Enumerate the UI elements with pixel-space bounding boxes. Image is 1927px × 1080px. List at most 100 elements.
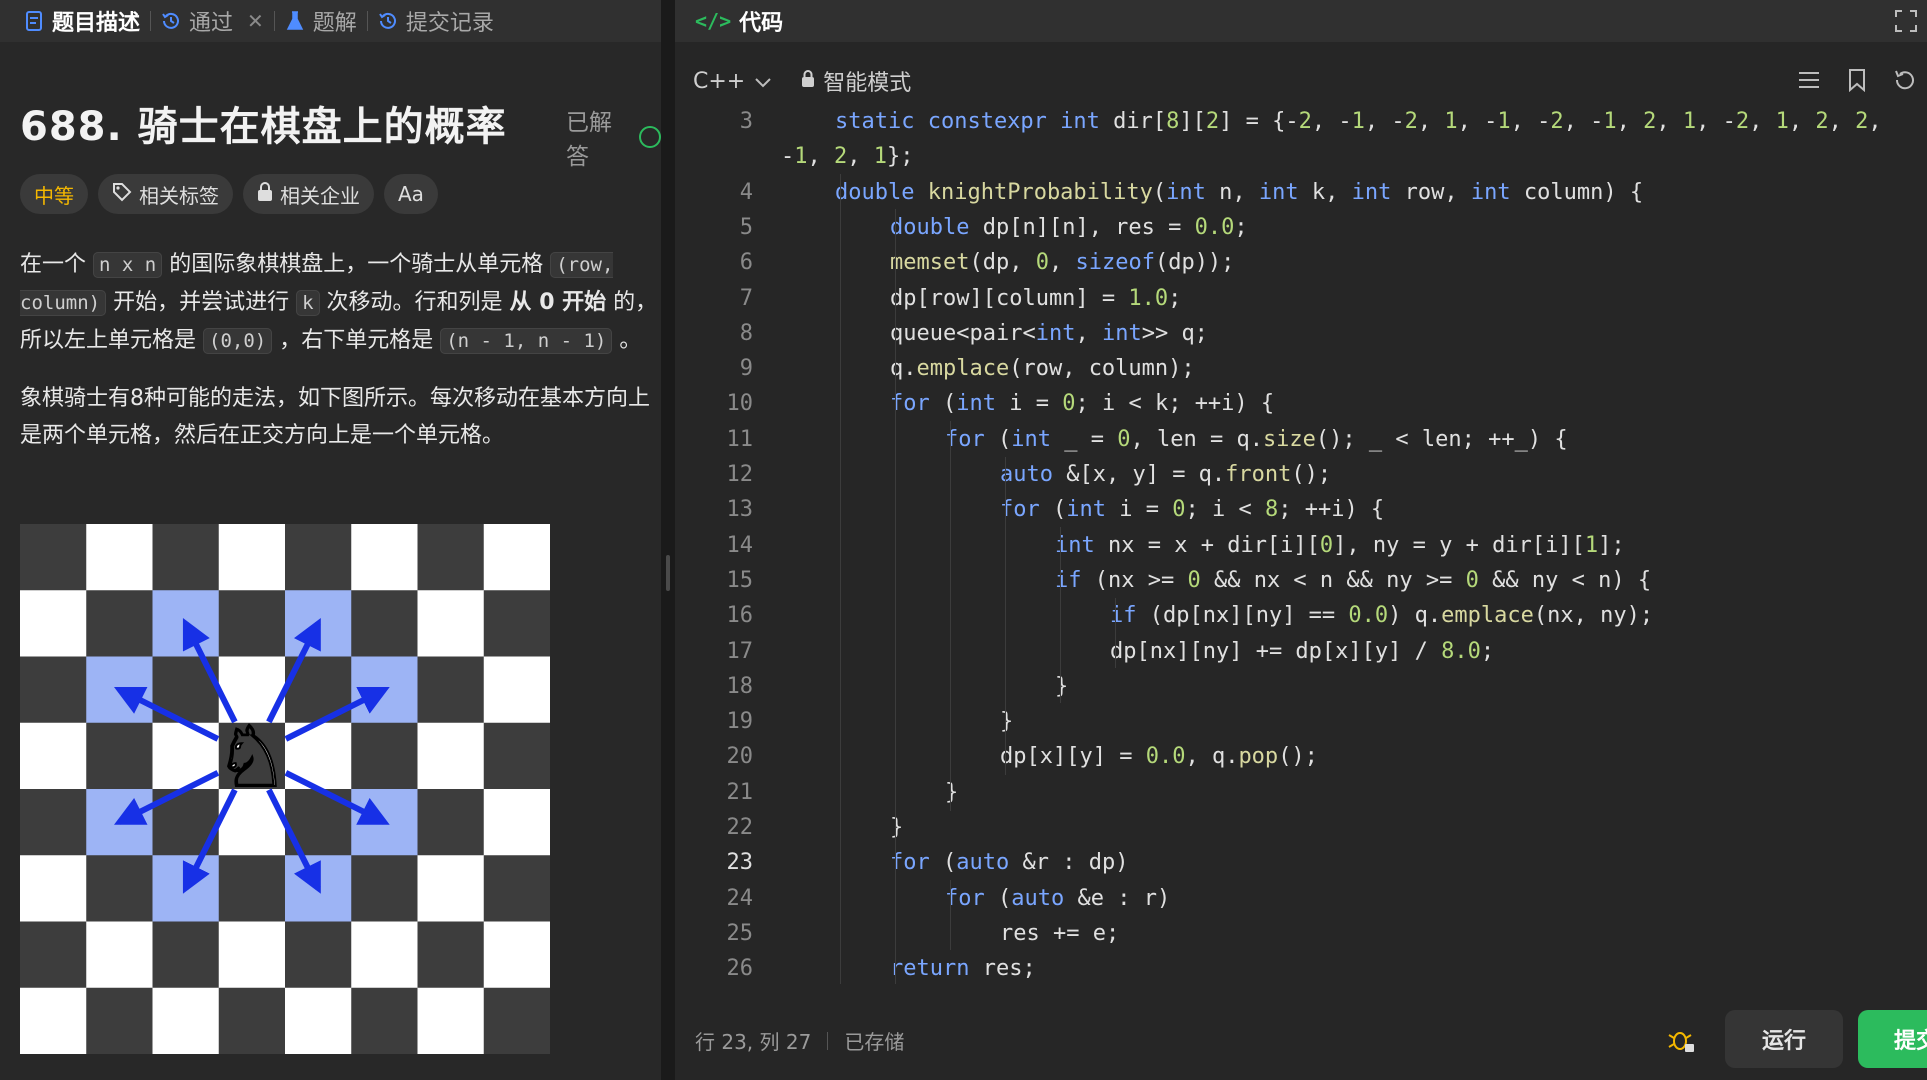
board-cell <box>417 656 485 724</box>
fullscreen-icon[interactable] <box>1895 10 1917 32</box>
board-cell <box>20 987 87 1054</box>
solved-label: 已解答 <box>566 110 612 170</box>
code-line: if (dp[nx][ny] == 0.0) q.emplace(nx, ny)… <box>1110 603 1654 629</box>
code-line: res += e; <box>1000 920 1120 946</box>
line-number: 13 <box>726 497 754 523</box>
board-cell <box>417 855 485 922</box>
board-cell <box>218 987 286 1054</box>
indent-guide <box>840 174 841 984</box>
board-cell <box>86 722 153 790</box>
board-cell <box>86 987 153 1054</box>
submit-button[interactable]: 提交 <box>1858 1010 1927 1068</box>
code-panel-title: 代码 <box>739 11 784 36</box>
bookmark-icon[interactable] <box>1845 68 1869 93</box>
board-cell <box>86 590 153 657</box>
board-cell <box>86 855 153 922</box>
board-cell <box>351 855 418 922</box>
panel-splitter[interactable] <box>661 0 675 1080</box>
check-circle-icon <box>639 126 661 148</box>
history-icon <box>161 10 181 32</box>
problem-chips: 中等 相关标签 相关企业 Aa <box>20 174 438 214</box>
line-number: 6 <box>739 250 753 276</box>
tab-description[interactable]: 题目描述 <box>14 0 150 42</box>
code-line: auto &[x, y] = q.front(); <box>1000 462 1332 487</box>
format-icon[interactable] <box>1797 68 1821 92</box>
tab-solutions-label: 题解 <box>312 11 357 36</box>
font-size-button[interactable]: Aa <box>384 174 438 214</box>
board-cell <box>351 722 418 790</box>
history-icon <box>378 10 398 32</box>
code-line: double knightProbability(int n, int k, i… <box>835 179 1644 205</box>
difficulty-badge: 中等 <box>20 174 88 214</box>
description-bold: 从 0 开始 <box>509 290 607 315</box>
editor-statusbar: 行 23, 列 27 已存储 <box>695 1026 904 1055</box>
board-cell <box>285 524 352 591</box>
inline-code: n x n <box>93 252 163 278</box>
indent-guide <box>1005 457 1006 775</box>
editor-tools <box>1797 68 1917 93</box>
tab-submissions[interactable]: 提交记录 <box>368 0 504 42</box>
related-companies-button[interactable]: 相关企业 <box>243 174 374 214</box>
description-text: 次移动。行和列是 <box>319 290 510 315</box>
description-text: 在一个 <box>20 252 93 277</box>
editor-toolbar: C++ 智能模式 <box>675 60 1927 102</box>
board-cell <box>20 590 87 657</box>
tab-solutions[interactable]: 题解 <box>275 0 367 42</box>
code-line: } <box>1000 709 1014 735</box>
status-divider <box>827 1031 829 1050</box>
board-cell <box>285 921 352 989</box>
board-cell <box>483 855 550 922</box>
line-number: 15 <box>726 567 754 593</box>
board-cell <box>20 722 87 790</box>
description-text: ，右下单元格是 <box>272 328 441 353</box>
line-number: 25 <box>726 920 754 946</box>
tab-accepted-label: 通过 <box>189 11 234 36</box>
reset-icon[interactable] <box>1893 68 1917 92</box>
code-line: -1, 2, 1}; <box>781 144 914 170</box>
tab-accepted[interactable]: 通过 ✕ <box>151 0 274 42</box>
board-cell <box>20 921 87 989</box>
lock-icon <box>801 69 815 94</box>
language-select[interactable]: C++ <box>693 69 771 94</box>
inline-code: (n - 1, n - 1) <box>440 328 613 354</box>
board-cell <box>152 987 220 1054</box>
code-line: q.emplace(row, column); <box>890 356 1195 382</box>
board-cell <box>483 656 550 724</box>
knight-moves-diagram: ♘ <box>20 524 550 1054</box>
splitter-grip[interactable] <box>666 555 670 591</box>
board-cell <box>483 987 550 1054</box>
save-status: 已存储 <box>844 1030 905 1054</box>
debug-icon[interactable] <box>1668 1026 1696 1054</box>
code-line: for (auto &e : r) <box>945 885 1171 911</box>
code-line: queue<pair<int, int>> q; <box>890 320 1208 346</box>
board-cell <box>20 855 87 922</box>
indent-guide <box>895 209 896 984</box>
board-cell <box>285 855 352 922</box>
tag-icon <box>112 182 132 207</box>
problem-title: 688. 骑士在棋盘上的概率 <box>20 104 507 150</box>
code-editor[interactable]: 3 static constexpr int dir[8][2] = {-2, -… <box>675 104 1927 994</box>
board-cell <box>483 921 550 989</box>
board-cell <box>417 789 485 856</box>
code-line: int nx = x + dir[i][0], ny = y + dir[i][… <box>1055 532 1625 558</box>
line-number: 16 <box>726 603 754 629</box>
smart-mode-label: 智能模式 <box>823 71 912 96</box>
code-line: double dp[n][n], res = 0.0; <box>890 214 1248 240</box>
indent-guide <box>1060 527 1061 703</box>
inline-code: (0,0) <box>203 328 273 354</box>
board-cell <box>152 855 220 922</box>
close-icon[interactable]: ✕ <box>247 9 264 33</box>
board-cell <box>20 789 87 856</box>
problem-panel: 题目描述 通过 ✕ 题解 提交记录 688. 骑士在棋盘上的概率 已解答 中等 … <box>0 0 661 1080</box>
smart-mode-toggle[interactable]: 智能模式 <box>801 65 911 97</box>
run-button[interactable]: 运行 <box>1725 1010 1843 1068</box>
line-number: 19 <box>726 709 754 735</box>
board-cell <box>351 656 418 724</box>
code-line: return res; <box>890 956 1036 982</box>
board-cell <box>20 656 87 724</box>
code-icon: </> <box>695 9 732 33</box>
board-cell <box>152 921 220 989</box>
related-tags-button[interactable]: 相关标签 <box>98 174 233 214</box>
line-number: 26 <box>726 956 754 982</box>
code-line: dp[row][column] = 1.0; <box>890 285 1182 311</box>
